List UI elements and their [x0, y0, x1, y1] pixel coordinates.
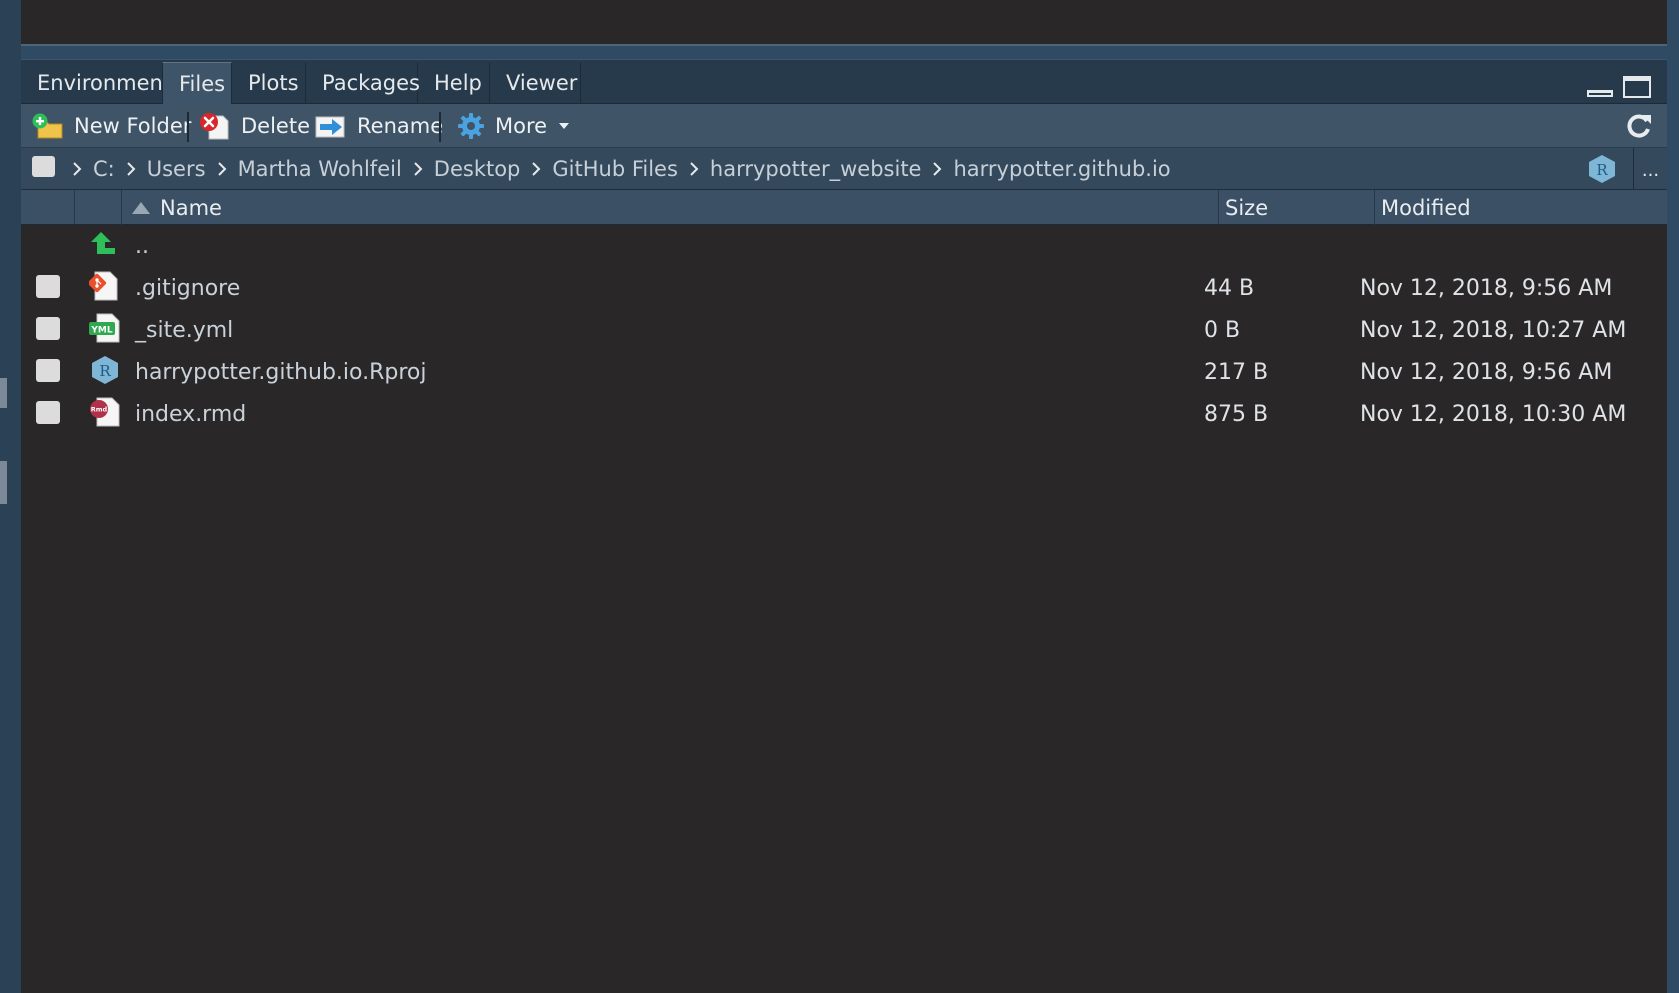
tab-files[interactable]: Files	[162, 62, 232, 104]
parent-directory-row[interactable]: ..	[21, 225, 1667, 267]
file-name-link[interactable]: .gitignore	[135, 267, 240, 309]
file-checkbox[interactable]	[36, 401, 60, 424]
right-edge-strip	[1667, 0, 1679, 993]
name-column-label: Name	[160, 195, 222, 220]
size-column-header[interactable]: Size	[1219, 190, 1375, 225]
top-pane	[21, 0, 1667, 46]
file-size: 0 B	[1204, 317, 1241, 343]
files-pane: Environment Files Plots Packages Help Vi…	[21, 59, 1667, 993]
table-row[interactable]: YML _site.yml 0 B Nov 12, 2018, 10:27 AM	[21, 309, 1667, 351]
breadcrumb-item[interactable]: C:	[93, 157, 115, 181]
delete-label: Delete	[241, 114, 310, 138]
table-row[interactable]: Rmd index.rmd 875 B Nov 12, 2018, 10:30 …	[21, 393, 1667, 435]
maximize-pane-icon[interactable]	[1623, 76, 1651, 98]
more-menu-button[interactable]: More	[457, 104, 570, 148]
modified-column-label: Modified	[1381, 195, 1471, 220]
header-icon-column	[75, 190, 122, 225]
go-to-project-icon[interactable]: R	[1587, 154, 1617, 188]
file-size: 44 B	[1204, 275, 1255, 301]
tab-label: Packages	[322, 71, 420, 95]
left-edge-strip	[0, 0, 21, 993]
file-checkbox[interactable]	[36, 317, 60, 340]
rename-icon	[315, 113, 347, 139]
tab-label: Help	[434, 71, 482, 95]
tab-label: Viewer	[506, 71, 578, 95]
tab-label: Plots	[248, 71, 299, 95]
breadcrumb: C: Users Martha Wohlfeil Desktop GitHub …	[21, 148, 1667, 190]
breadcrumb-item[interactable]: Martha Wohlfeil	[238, 157, 402, 181]
tab-plots[interactable]: Plots	[232, 62, 306, 104]
tab-environment[interactable]: Environment	[21, 62, 171, 104]
git-file-icon	[87, 270, 119, 308]
sort-ascending-icon	[132, 201, 150, 214]
svg-text:Rmd: Rmd	[91, 406, 108, 414]
chevron-right-icon	[531, 161, 541, 177]
minimize-pane-icon[interactable]	[1587, 90, 1613, 97]
header-checkbox-column	[21, 190, 75, 225]
chevron-right-icon	[932, 161, 942, 177]
file-modified: Nov 12, 2018, 10:27 AM	[1360, 317, 1627, 343]
rproj-file-icon: R	[89, 354, 121, 392]
delete-icon	[199, 112, 231, 140]
pane-tabbar: Environment Files Plots Packages Help Vi…	[21, 60, 1667, 104]
splitter-marker	[0, 461, 7, 504]
file-name-link[interactable]: harrypotter.github.io.Rproj	[135, 351, 427, 393]
svg-text:YML: YML	[90, 326, 112, 336]
file-modified: Nov 12, 2018, 9:56 AM	[1360, 275, 1613, 301]
up-arrow-icon	[89, 228, 119, 266]
toolbar-separator	[187, 112, 189, 142]
tab-packages[interactable]: Packages	[306, 62, 420, 104]
file-checkbox[interactable]	[36, 359, 60, 382]
rename-button[interactable]: Rename	[315, 104, 443, 148]
more-label: More	[495, 114, 548, 138]
table-row[interactable]: R harrypotter.github.io.Rproj 217 B Nov …	[21, 351, 1667, 393]
breadcrumb-item[interactable]: Users	[147, 157, 206, 181]
tab-label: Environment	[37, 71, 172, 95]
tab-label: Files	[179, 71, 226, 96]
file-name-link[interactable]: index.rmd	[135, 393, 246, 435]
parent-directory-label[interactable]: ..	[135, 225, 149, 267]
tab-help[interactable]: Help	[418, 62, 490, 104]
chevron-right-icon	[126, 161, 136, 177]
table-row[interactable]: .gitignore 44 B Nov 12, 2018, 9:56 AM	[21, 267, 1667, 309]
name-column-header[interactable]: Name	[122, 190, 1219, 225]
more-path-label: ...	[1641, 160, 1660, 181]
file-size: 217 B	[1204, 359, 1269, 385]
chevron-right-icon	[689, 161, 699, 177]
file-size: 875 B	[1204, 401, 1269, 427]
chevron-right-icon	[413, 161, 423, 177]
file-modified: Nov 12, 2018, 10:30 AM	[1360, 401, 1627, 427]
modified-column-header[interactable]: Modified	[1375, 190, 1667, 225]
breadcrumb-item[interactable]: harrypotter.github.io	[953, 157, 1170, 181]
toolbar-separator	[439, 112, 441, 142]
rename-label: Rename	[357, 114, 444, 138]
tab-viewer[interactable]: Viewer	[490, 62, 581, 104]
svg-text:R: R	[99, 362, 111, 380]
file-checkbox[interactable]	[36, 275, 60, 298]
chevron-right-icon	[217, 161, 227, 177]
more-path-button[interactable]: ...	[1633, 148, 1667, 190]
delete-button[interactable]: Delete	[199, 104, 310, 148]
size-column-label: Size	[1225, 195, 1269, 220]
breadcrumb-trail: C: Users Martha Wohlfeil Desktop GitHub …	[61, 148, 1171, 190]
splitter-marker	[0, 378, 7, 408]
new-folder-button[interactable]: New Folder	[32, 104, 191, 148]
file-name-link[interactable]: _site.yml	[135, 309, 233, 351]
rmd-file-icon: Rmd	[89, 396, 121, 434]
chevron-right-icon	[72, 161, 82, 177]
new-folder-icon	[32, 113, 64, 139]
yml-file-icon: YML	[89, 312, 121, 350]
file-modified: Nov 12, 2018, 9:56 AM	[1360, 359, 1613, 385]
svg-text:R: R	[1596, 161, 1608, 179]
files-toolbar: New Folder Delete Rename More	[21, 104, 1667, 148]
breadcrumb-item[interactable]: GitHub Files	[552, 157, 678, 181]
file-list-header: Name Size Modified	[21, 190, 1667, 225]
breadcrumb-item[interactable]: harrypotter_website	[710, 157, 922, 181]
gear-icon	[457, 112, 485, 140]
new-folder-label: New Folder	[74, 114, 192, 138]
breadcrumb-item[interactable]: Desktop	[434, 157, 521, 181]
refresh-icon[interactable]	[1625, 112, 1653, 144]
chevron-down-icon	[559, 123, 570, 129]
select-all-checkbox[interactable]	[32, 156, 55, 177]
